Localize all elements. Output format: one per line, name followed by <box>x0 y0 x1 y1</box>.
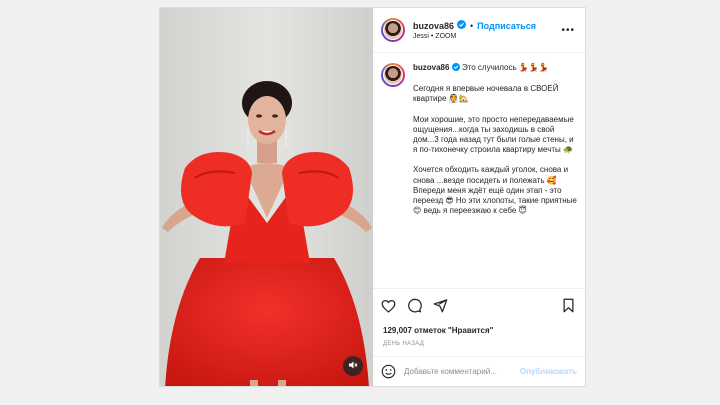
emoji-icon[interactable] <box>381 364 396 379</box>
heart-icon[interactable] <box>381 299 396 313</box>
verified-badge-icon <box>457 20 467 31</box>
post-video[interactable] <box>160 8 373 386</box>
comment-icon[interactable] <box>407 298 422 313</box>
instagram-post: buzova86 • Подписаться Jessi • ZOOM ••• … <box>159 7 586 387</box>
follow-button[interactable]: Подписаться <box>477 21 536 31</box>
caption-paragraph: Хочется обходить каждый уголок, снова и … <box>413 165 577 216</box>
comment-form: Опубликовать <box>373 356 585 386</box>
speaker-mute-icon <box>348 357 358 375</box>
caption-avatar[interactable] <box>381 63 405 87</box>
caption-area: buzova86 Это случилось 💃💃💃 Сегодня я впе… <box>373 53 585 288</box>
post-time[interactable]: ДЕНЬ НАЗАД <box>373 341 585 347</box>
avatar[interactable] <box>381 18 405 42</box>
bookmark-icon[interactable] <box>562 298 575 313</box>
mute-button[interactable] <box>343 356 363 376</box>
caption-text: buzova86 Это случилось 💃💃💃 Сегодня я впе… <box>413 63 577 288</box>
post-side-panel: buzova86 • Подписаться Jessi • ZOOM ••• … <box>373 8 585 386</box>
action-bar <box>373 288 585 322</box>
comment-input[interactable] <box>404 367 520 376</box>
post-header: buzova86 • Подписаться Jessi • ZOOM ••• <box>373 8 585 53</box>
separator-dot: • <box>470 20 474 31</box>
caption-username[interactable]: buzova86 <box>413 63 449 72</box>
audio-info[interactable]: Jessi • ZOOM <box>413 33 536 40</box>
header-username[interactable]: buzova86 <box>413 21 454 31</box>
caption-paragraph: Мои хорошие, это просто непередаваемые о… <box>413 114 574 155</box>
likes-count[interactable]: 129,007 отметок "Нравится" <box>373 326 585 335</box>
caption-first-line: Это случилось 💃💃💃 <box>461 63 549 72</box>
caption-paragraph: Сегодня я впервые ночевала в СВОЕЙ кварт… <box>413 84 559 104</box>
share-icon[interactable] <box>433 298 448 313</box>
video-frame-image <box>160 8 373 386</box>
publish-button[interactable]: Опубликовать <box>520 367 577 376</box>
verified-badge-icon <box>451 63 460 74</box>
more-options-icon[interactable]: ••• <box>561 25 575 36</box>
